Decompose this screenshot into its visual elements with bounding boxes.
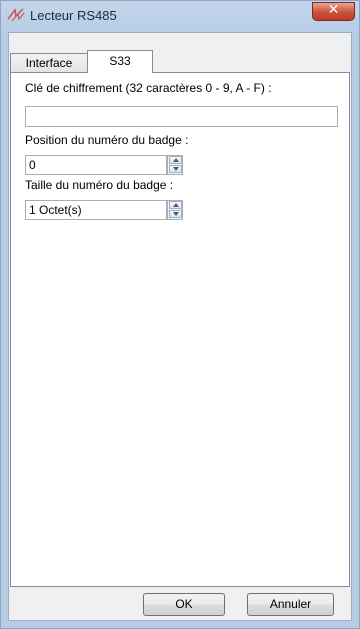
spin-up-button[interactable]: [169, 156, 182, 164]
window-title: Lecteur RS485: [30, 8, 117, 23]
badge-size-label: Taille du numéro du badge :: [25, 178, 174, 192]
tab-s33[interactable]: S33: [87, 50, 153, 73]
title-bar[interactable]: Lecteur RS485 ✕: [1, 1, 359, 32]
encryption-key-input[interactable]: [25, 106, 338, 127]
spin-up-button[interactable]: [169, 201, 182, 209]
badge-size-input[interactable]: 1 Octet(s): [25, 200, 167, 220]
arrow-up-icon: [173, 203, 179, 207]
spin-down-button[interactable]: [169, 210, 182, 218]
badge-position-label: Position du numéro du badge :: [25, 133, 189, 147]
badge-position-spinner[interactable]: [167, 155, 183, 175]
badge-position-input[interactable]: 0: [25, 155, 167, 175]
rs485-reader-icon: [7, 8, 25, 22]
cancel-button[interactable]: Annuler: [247, 593, 334, 616]
encryption-key-label: Clé de chiffrement (32 caractères 0 - 9,…: [25, 81, 272, 95]
close-icon: ✕: [327, 2, 340, 18]
badge-size-spinner[interactable]: [167, 200, 183, 220]
arrow-down-icon: [173, 167, 179, 171]
tab-panel-s33: Clé de chiffrement (32 caractères 0 - 9,…: [10, 72, 350, 587]
arrow-down-icon: [173, 212, 179, 216]
close-button[interactable]: ✕: [312, 2, 355, 21]
tab-interface[interactable]: Interface: [10, 53, 88, 72]
spin-down-button[interactable]: [169, 165, 182, 173]
dialog-window: Lecteur RS485 ✕ Interface S33 Clé de chi…: [0, 0, 360, 629]
dialog-client-area: Interface S33 Clé de chiffrement (32 car…: [8, 32, 352, 621]
arrow-up-icon: [173, 158, 179, 162]
ok-button[interactable]: OK: [143, 593, 225, 616]
